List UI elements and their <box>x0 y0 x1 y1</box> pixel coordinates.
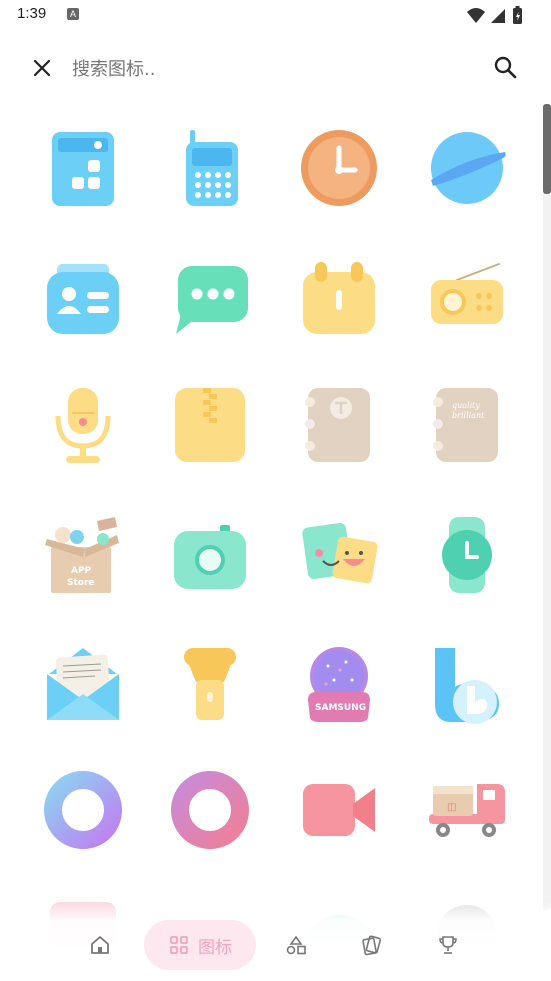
signal-icon <box>491 9 505 23</box>
video-camera-icon[interactable] <box>289 760 389 860</box>
calculator-icon[interactable] <box>33 118 133 218</box>
app-store-text: APP <box>71 566 92 576</box>
nav-wallpapers[interactable] <box>352 920 392 970</box>
search-icon[interactable] <box>491 53 521 83</box>
radio-icon[interactable] <box>417 248 517 348</box>
notebook-quality-icon[interactable]: quality brilliant <box>417 376 517 476</box>
grid-icon <box>170 936 188 954</box>
ring-purple-icon[interactable] <box>33 760 133 860</box>
bixby-icon[interactable] <box>417 634 517 734</box>
nav-home[interactable] <box>80 920 120 970</box>
nav-trophy[interactable] <box>428 920 468 970</box>
nav-icons[interactable]: 图标 <box>144 920 256 970</box>
samsung-label: SAMSUNG <box>315 703 366 713</box>
nav-shapes[interactable] <box>276 920 316 970</box>
messages-icon[interactable] <box>160 248 260 348</box>
ring-pink-icon[interactable] <box>160 760 260 860</box>
search-bar <box>0 40 551 96</box>
samsung-globe-icon[interactable]: SAMSUNG <box>289 634 389 734</box>
camera-icon[interactable] <box>160 505 260 605</box>
status-time: 1:39 <box>17 5 47 22</box>
battery-icon <box>513 6 522 24</box>
notebook-quality-text: quality <box>452 401 480 410</box>
app-store-box-icon[interactable]: APP Store <box>33 505 133 605</box>
nav-icons-label: 图标 <box>198 937 232 958</box>
scrollbar-thumb[interactable] <box>543 104 551 194</box>
svg-text:Store: Store <box>67 578 95 588</box>
email-envelope-icon[interactable] <box>33 634 133 734</box>
delivery-truck-icon[interactable]: ◫ <box>417 760 517 860</box>
icon-grid: quality brilliant APP Store SAMSUNG ◫ <box>0 100 540 960</box>
sim-badge: A <box>67 8 79 20</box>
flashlight-icon[interactable] <box>160 634 260 734</box>
stickers-icon[interactable] <box>289 505 389 605</box>
watch-icon[interactable] <box>417 505 517 605</box>
wifi-icon <box>467 8 485 23</box>
status-icons <box>465 6 537 30</box>
notebook-t-icon[interactable] <box>289 376 389 476</box>
phone-icon[interactable] <box>160 118 260 218</box>
svg-text:◫: ◫ <box>447 802 456 813</box>
home-icon <box>91 936 109 954</box>
status-bar: 1:39 A <box>0 0 551 30</box>
trophy-icon <box>439 936 457 954</box>
archive-zip-icon[interactable] <box>160 376 260 476</box>
contacts-icon[interactable] <box>33 248 133 348</box>
shapes-icon <box>286 935 306 955</box>
cards-icon <box>362 935 382 956</box>
scrollbar-track[interactable] <box>543 104 551 910</box>
calendar-icon[interactable] <box>289 248 389 348</box>
search-input[interactable] <box>70 52 454 86</box>
microphone-icon[interactable] <box>33 376 133 476</box>
clock-icon[interactable] <box>289 118 389 218</box>
close-icon[interactable] <box>28 54 56 82</box>
bottom-nav: 图标 <box>0 900 551 981</box>
svg-text:brilliant: brilliant <box>452 411 485 420</box>
browser-planet-icon[interactable] <box>417 118 517 218</box>
